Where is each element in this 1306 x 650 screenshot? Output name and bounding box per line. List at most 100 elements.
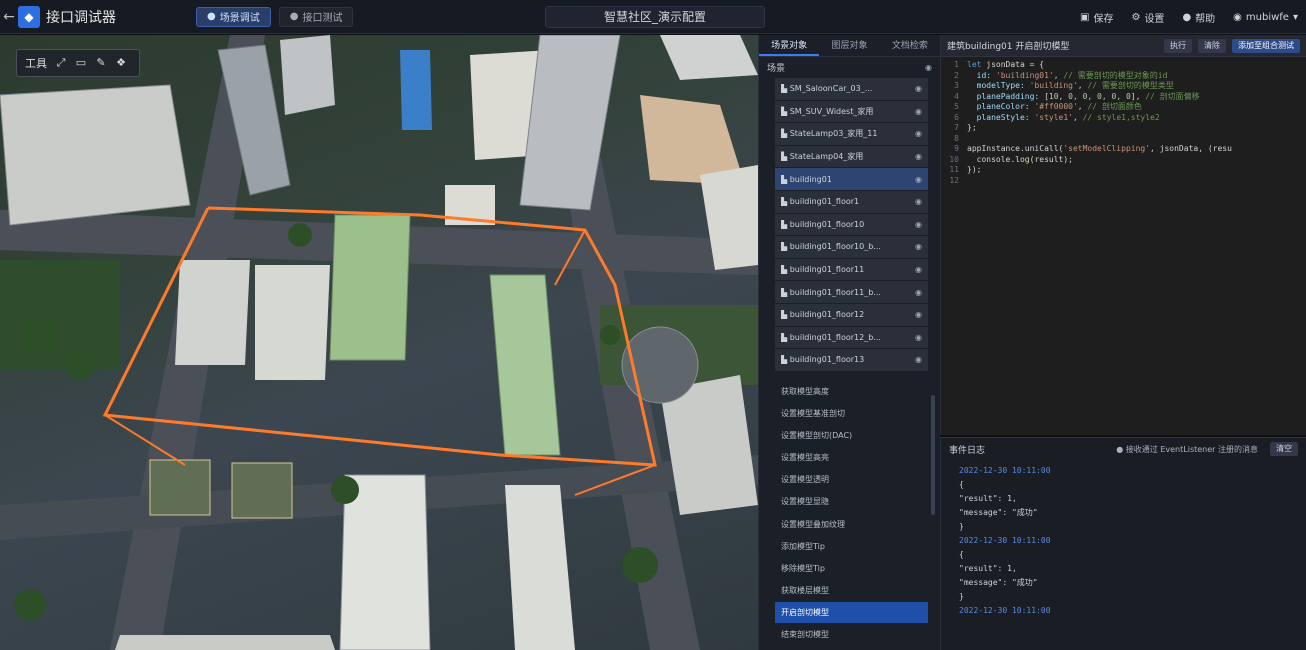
collapse-icon[interactable]: ▭ [75,57,87,69]
eye-icon[interactable]: ◉ [915,242,922,251]
function-item[interactable]: 添加模型Tip [775,536,928,557]
eye-icon[interactable]: ◉ [915,107,922,116]
pencil-icon[interactable]: ✎ [95,57,107,69]
code-line: let jsonData = { [967,60,1297,71]
help-button[interactable]: ● 帮助 [1182,10,1215,25]
code-line: appInstance.uniCall('setModelClipping', … [967,144,1297,155]
layer-item[interactable]: ▙ StateLamp04_家用 ◉ [775,145,928,168]
listener-toggle[interactable]: ● 接收通过 EventListener 注册的消息 [1116,444,1258,455]
back-arrow-icon[interactable]: ← [0,9,18,25]
log-header-actions: ● 接收通过 EventListener 注册的消息 清空 [1116,442,1298,456]
layer-item-label: ▙ SM_SaloonCar_03_... [781,84,873,94]
line-number-gutter: 1 2 3 4 5 6 7 8 9 10 11 12 [941,60,959,186]
add-to-group-test-button[interactable]: 添加至组合测试 [1232,38,1300,53]
function-item[interactable]: 开启剖切模型 [775,602,928,623]
log-line: { [959,550,964,559]
function-item[interactable]: 设置模型显隐 [775,492,928,513]
layer-item-label: ▙ StateLamp04_家用 [781,152,864,162]
layer-item[interactable]: ▙ building01_floor10 ◉ [775,213,928,236]
code-token: modelType: [967,81,1030,90]
chevron-down-icon: ▾ [1292,11,1298,23]
layer-item[interactable]: ▙ building01_floor10_b... ◉ [775,236,928,258]
eye-icon[interactable]: ◉ [915,265,922,274]
clear-code-button[interactable]: 清除 [1198,38,1226,53]
code-line: planeColor: '#ff0000', // 剖切面颜色 [967,102,1297,113]
tab-layer-objects[interactable]: 图层对象 [819,35,879,56]
mode-button-scene[interactable]: ● 场景调试 [196,6,271,27]
fullscreen-icon[interactable]: ⤢ [55,57,67,69]
layer-item-label: ▙ building01_floor13 [781,355,865,365]
code-token: , [1077,102,1088,111]
layer-item[interactable]: ▙ SM_SUV_Widest_家用 ◉ [775,100,928,123]
eye-icon[interactable]: ◉ [915,355,922,364]
layer-item[interactable]: ▙ StateLamp03_家用_11 ◉ [775,123,928,145]
layer-list: ▙ SM_SaloonCar_03_... ◉ ▙ SM_SUV_Widest_家用… [759,78,940,371]
function-item[interactable]: 移除模型Tip [775,558,928,579]
eye-icon[interactable]: ◉ [915,333,922,342]
tab-docs[interactable]: 文档检索 [880,35,940,56]
save-button[interactable]: ▣ 保存 [1080,10,1113,25]
pin-icon[interactable]: ❖ [115,57,127,69]
code-token: console. [967,154,1016,164]
tab-scene-objects[interactable]: 场景对象 [759,35,820,56]
code-editor[interactable]: 1 2 3 4 5 6 7 8 9 10 11 12 let jsonData = { id: 'bu… [941,58,1306,434]
code-token: // 剖切面颜色 [1087,102,1142,111]
scene-viewport[interactable]: 工具 ⤢ ▭ ✎ ❖ [0,35,758,650]
log-line: "message": "成功" [959,578,1038,587]
function-item[interactable]: 设置模型透明 [775,470,928,491]
layer-item[interactable]: ▙ building01_floor11 ◉ [775,258,928,281]
function-item[interactable]: 设置模型剖切(DAC) [775,425,928,446]
app-title: 接口调试器 [46,9,116,26]
code-line: }); [967,165,1297,176]
code-token: appInstance.uniCall( [967,144,1064,153]
eye-icon[interactable]: ◉ [915,288,922,297]
mode-label: 场景调试 [219,13,260,24]
eye-icon[interactable]: ◉ [915,310,922,319]
line-number: 8 [954,133,959,143]
layer-tabs: 场景对象 图层对象 文档检索 [759,35,940,57]
layer-item[interactable]: ▙ building01_floor1 ◉ [775,190,928,213]
function-item[interactable]: 获取模型高度 [775,381,928,402]
function-item[interactable]: 获取楼层模型 [775,580,928,601]
eye-icon[interactable]: ◉ [915,129,922,138]
function-item[interactable]: 结束剖切模型 [775,624,928,645]
app-window: ← ◆ 接口调试器 ● 场景调试 ● 接口测试 智慧社区_演示配置 ▣ 保存 ⚙ 设… [0,0,1306,650]
user-menu[interactable]: ◉ mubiwfe ▾ [1233,12,1298,23]
function-item[interactable]: 设置模型基准剖切 [775,403,928,424]
layer-scrollbar[interactable] [931,395,935,515]
run-button[interactable]: 执行 [1164,38,1192,53]
eye-icon[interactable]: ◉ [915,175,922,184]
function-item[interactable]: 设置模型高亮 [775,448,928,469]
layer-item-label: ▙ building01_floor11_b... [781,287,881,297]
code-token: '#ff0000' [1034,102,1078,111]
code-token: , [1072,112,1083,122]
scene-tree-root[interactable]: 场景 ◉ [759,57,940,77]
code-token: }); [967,165,982,174]
layer-item[interactable]: ▙ SM_SaloonCar_03_... ◉ [775,78,928,100]
eye-icon[interactable]: ◉ [925,63,932,72]
eye-icon[interactable]: ◉ [915,84,922,93]
project-title[interactable]: 智慧社区_演示配置 [545,6,765,28]
code-lines[interactable]: let jsonData = { id: 'building01', // 需要… [967,60,1297,186]
layer-item[interactable]: ▙ building01_floor12_b... ◉ [775,326,928,349]
code-token: // style1,style2 [1082,112,1160,122]
event-log-panel: 事件日志 ● 接收通过 EventListener 注册的消息 清空 2022-… [940,437,1306,650]
layer-item[interactable]: ▙ building01_floor12 ◉ [775,303,928,326]
eye-icon[interactable]: ◉ [915,152,922,161]
line-number: 2 [954,70,959,80]
mode-button-api[interactable]: ● 接口测试 [278,6,354,27]
layer-item[interactable]: ▙ building01_floor11_b... ◉ [775,281,928,303]
eye-icon[interactable]: ◉ [915,220,922,229]
layer-item[interactable]: ▙ building01_floor13 ◉ [775,349,928,371]
log-header: 事件日志 ● 接收通过 EventListener 注册的消息 清空 [941,438,1306,460]
code-token: }; [967,123,977,132]
settings-button[interactable]: ⚙ 设置 [1131,10,1164,25]
layer-item[interactable]: ▙ building01 ◉ [775,168,928,190]
eye-icon[interactable]: ◉ [915,197,922,206]
code-token: 'building' [1029,81,1078,90]
clear-log-button[interactable]: 清空 [1270,442,1298,456]
help-label: 帮助 [1195,13,1216,25]
line-number: 6 [954,112,959,122]
function-item[interactable]: 设置模型叠加纹理 [775,514,928,535]
